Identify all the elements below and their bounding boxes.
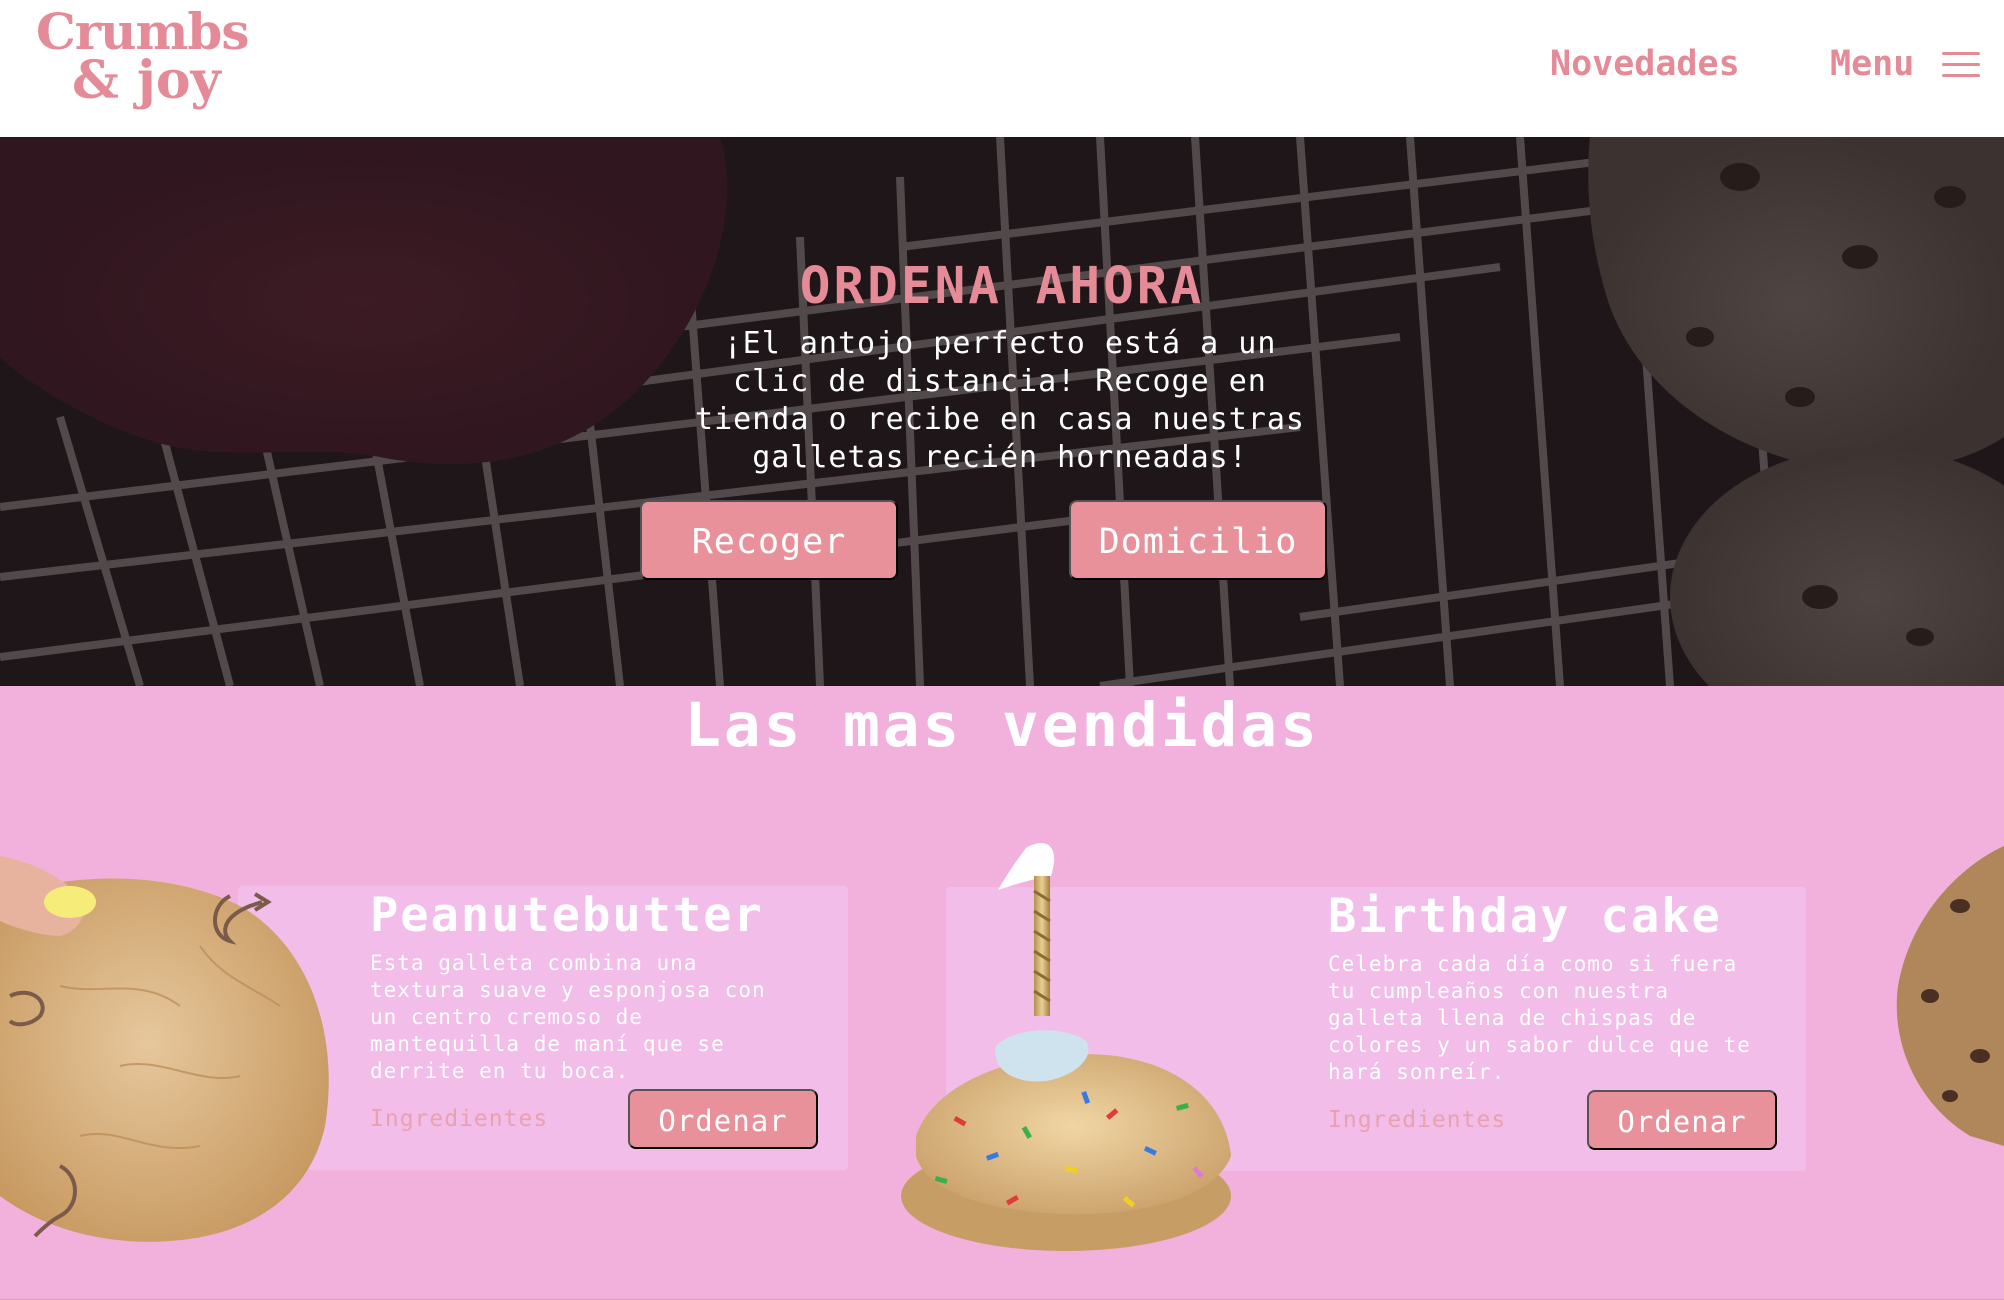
product-description: Celebra cada día como si fuera tu cumple…: [1328, 952, 1751, 1084]
next-product-cookie-image: [1896, 846, 2004, 1146]
ingredients-link[interactable]: Ingredientes: [1328, 1107, 1506, 1133]
nav-novedades-link[interactable]: Novedades: [1550, 44, 1740, 84]
birthday-cake-cookie-image: [901, 843, 1231, 1251]
peanutbutter-cookie-image: [0, 856, 329, 1242]
order-button[interactable]: Ordenar: [628, 1089, 818, 1149]
order-button[interactable]: Ordenar: [1587, 1090, 1777, 1150]
product-name: Birthday cake: [1328, 889, 1722, 944]
product-description: Esta galleta combina una textura suave y…: [370, 951, 766, 1083]
brand-logo[interactable]: Crumbs & joy: [36, 4, 266, 116]
hero-description: ¡El antojo perfecto está a un clic de di…: [695, 326, 1305, 475]
logo-text-line2: & joy: [72, 50, 221, 111]
pickup-button[interactable]: Recoger: [640, 500, 898, 580]
site-header: Crumbs & joy Novedades Menu: [0, 0, 2004, 137]
nav-menu-link[interactable]: Menu: [1830, 44, 1914, 84]
delivery-button[interactable]: Domicilio: [1069, 500, 1327, 580]
product-name: Peanutebutter: [370, 888, 764, 943]
best-sellers-section: Las mas vendidas Peanutebutter Esta gall…: [0, 686, 2004, 1300]
best-sellers-title: Las mas vendidas: [684, 690, 1320, 761]
hamburger-icon[interactable]: [1942, 52, 1980, 78]
ingredients-link[interactable]: Ingredientes: [370, 1106, 548, 1132]
hero-order-section: ORDENA AHORA ¡El antojo perfecto está a …: [0, 137, 2004, 686]
hero-title: ORDENA AHORA: [799, 257, 1205, 316]
